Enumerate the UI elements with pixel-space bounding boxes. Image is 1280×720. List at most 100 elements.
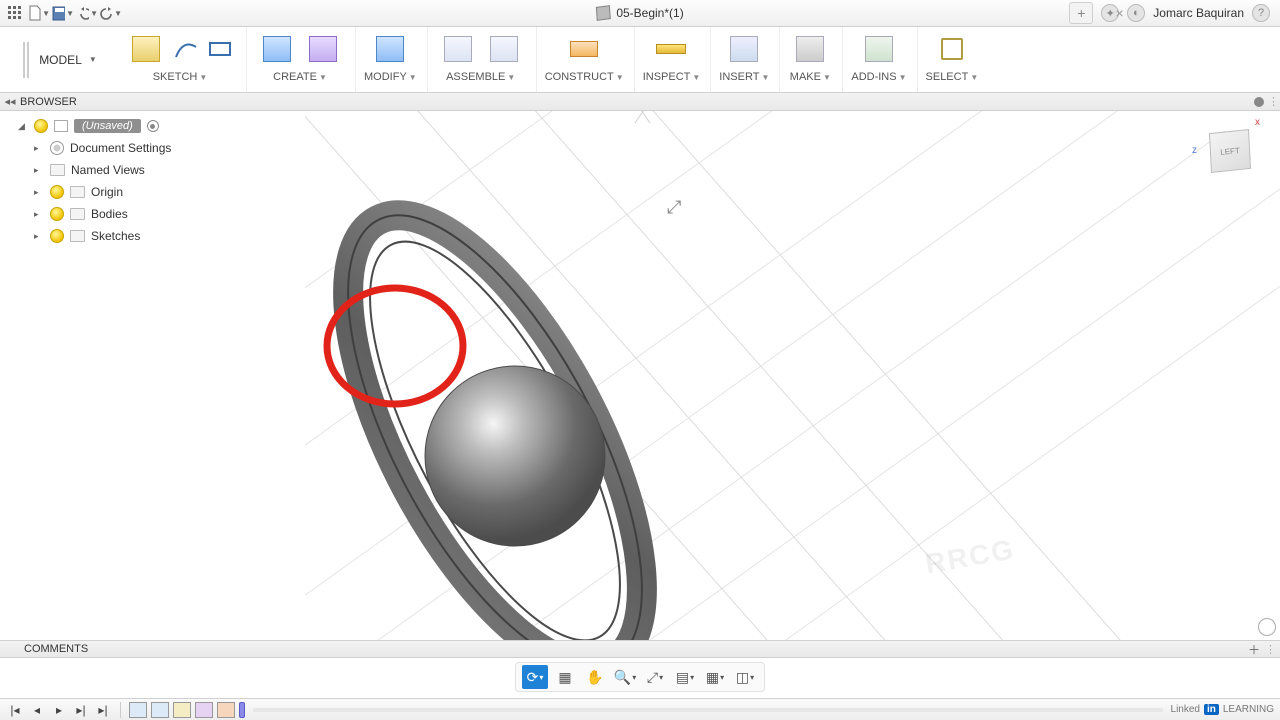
modify-presspull-icon[interactable] <box>368 29 412 69</box>
ribbon-group-create: CREATE▼ <box>251 27 356 92</box>
expand-icon[interactable]: ◢ <box>18 121 28 132</box>
ribbon-label-addins[interactable]: ADD-INS▼ <box>851 69 906 87</box>
document-title: 05-Begin*(1) <box>616 6 683 20</box>
display-settings-icon[interactable] <box>1258 618 1276 636</box>
lightbulb-icon[interactable] <box>50 207 64 221</box>
folder-icon <box>70 230 85 242</box>
ribbon-group-make: MAKE▼ <box>784 27 843 92</box>
nav-pan-icon[interactable]: ✋ <box>582 665 608 689</box>
browser-grip-icon[interactable]: ⋮ <box>1268 95 1278 108</box>
browser-root[interactable]: ◢ (Unsaved) <box>0 115 305 137</box>
browser-item-named-views[interactable]: ▸ Named Views <box>0 159 305 181</box>
ribbon-label-make[interactable]: MAKE▼ <box>790 69 831 87</box>
ribbon-label-assemble[interactable]: ASSEMBLE▼ <box>446 69 515 87</box>
browser-item-label: Origin <box>91 185 123 199</box>
insert-decal-icon[interactable] <box>722 29 766 69</box>
timeline-go-end-icon[interactable]: ▸| <box>94 701 112 719</box>
timeline-track[interactable] <box>253 708 1163 712</box>
sketch-create-icon[interactable] <box>124 29 168 69</box>
browser-item-origin[interactable]: ▸ Origin <box>0 181 305 203</box>
add-comment-icon[interactable]: ＋ <box>1247 642 1261 656</box>
timeline-feature-revolve[interactable] <box>195 702 213 718</box>
lightbulb-icon[interactable] <box>50 229 64 243</box>
workspace-switcher[interactable]: MODEL ▼ <box>0 27 120 92</box>
nav-viewports-icon[interactable]: ◫▾ <box>732 665 758 689</box>
assemble-asbuilt-icon[interactable] <box>482 29 526 69</box>
browser-item-label: Bodies <box>91 207 128 221</box>
file-menu-icon[interactable]: ▼ <box>28 2 50 24</box>
ribbon-group-select: SELECT▼ <box>922 27 983 92</box>
sketch-rectangle-icon[interactable] <box>204 29 236 69</box>
sketch-line-icon[interactable] <box>170 29 202 69</box>
browser-collapse-icon[interactable]: ◂◂ <box>0 95 20 108</box>
nav-zoom-icon[interactable]: 🔍▾ <box>612 665 638 689</box>
browser-panel: ◢ (Unsaved) ▸ Document Settings ▸ Named … <box>0 111 305 640</box>
create-revolve-icon[interactable] <box>301 29 345 69</box>
comments-grip-icon[interactable]: ⋮ <box>1265 643 1276 656</box>
timeline-feature-extrude[interactable] <box>173 702 191 718</box>
expand-icon[interactable]: ▸ <box>34 231 44 242</box>
nav-display-icon[interactable]: ▤▾ <box>672 665 698 689</box>
comments-title: COMMENTS <box>24 643 88 655</box>
undo-icon[interactable]: ▼ <box>76 2 98 24</box>
ribbon-group-assemble: ASSEMBLE▼ <box>432 27 537 92</box>
app-grid-icon[interactable] <box>4 2 26 24</box>
timeline-play-icon[interactable]: ▸ <box>50 701 68 719</box>
expand-icon[interactable]: ▸ <box>34 165 44 176</box>
component-icon <box>54 120 68 132</box>
ribbon-label-select[interactable]: SELECT▼ <box>926 69 979 87</box>
main-area: ◢ (Unsaved) ▸ Document Settings ▸ Named … <box>0 111 1280 640</box>
timeline-feature-sphere[interactable] <box>217 702 235 718</box>
viewcube-face[interactable]: LEFT <box>1209 129 1251 173</box>
timeline-step-fwd-icon[interactable]: ▸| <box>72 701 90 719</box>
new-tab-button[interactable]: + <box>1069 2 1093 24</box>
viewcube[interactable]: z x LEFT <box>1192 117 1262 187</box>
nav-fit-icon[interactable]: ⤢▾ <box>642 665 668 689</box>
viewport-canvas[interactable]: ⤢ z x LEFT RRCG RRCG <box>305 111 1280 640</box>
ribbon-label-insert[interactable]: INSERT▼ <box>719 69 769 87</box>
timeline-go-start-icon[interactable]: |◂ <box>6 701 24 719</box>
job-status-icon[interactable]: ◐ <box>1127 4 1145 22</box>
expand-icon[interactable]: ▸ <box>34 187 44 198</box>
workspace-label: MODEL <box>39 53 82 67</box>
timeline-feature-sketch[interactable] <box>129 702 147 718</box>
nav-lookat-icon[interactable]: ▦ <box>552 665 578 689</box>
folder-icon <box>70 208 85 220</box>
lightbulb-icon[interactable] <box>50 185 64 199</box>
browser-pin-icon[interactable] <box>1254 97 1264 107</box>
browser-item-bodies[interactable]: ▸ Bodies <box>0 203 305 225</box>
orbit-cursor-icon: ⤢ <box>667 197 681 218</box>
addins-scripts-icon[interactable] <box>857 29 901 69</box>
help-icon[interactable]: ? <box>1252 4 1270 22</box>
tab-close-icon[interactable]: × <box>1116 5 1124 21</box>
timeline-feature-sketch[interactable] <box>151 702 169 718</box>
expand-icon[interactable]: ▸ <box>34 209 44 220</box>
lightbulb-icon[interactable] <box>34 119 48 133</box>
record-icon[interactable] <box>147 120 159 132</box>
assemble-joint-icon[interactable] <box>436 29 480 69</box>
save-icon[interactable]: ▼ <box>52 2 74 24</box>
browser-item-label: Named Views <box>71 163 145 177</box>
ribbon-group-modify: MODIFY▼ <box>360 27 428 92</box>
browser-item-doc-settings[interactable]: ▸ Document Settings <box>0 137 305 159</box>
root-name: (Unsaved) <box>74 119 141 133</box>
nav-grid-icon[interactable]: ▦▾ <box>702 665 728 689</box>
timeline-step-back-icon[interactable]: ◂ <box>28 701 46 719</box>
comments-header: COMMENTS ＋ ⋮ <box>0 640 1280 658</box>
nav-orbit-icon[interactable]: ⟳▾ <box>522 665 548 689</box>
make-print-icon[interactable] <box>788 29 832 69</box>
titlebar: ▼ ▼ ▼ ▼ 05-Begin*(1) × + ✦ ◐ Jomarc Baqu… <box>0 0 1280 27</box>
ribbon-group-sketch: SKETCH▼ <box>120 27 247 92</box>
ribbon-label-create[interactable]: CREATE▼ <box>273 69 327 87</box>
create-extrude-icon[interactable] <box>255 29 299 69</box>
select-tool-icon[interactable] <box>930 29 974 69</box>
user-name[interactable]: Jomarc Baquiran <box>1153 6 1244 20</box>
expand-icon[interactable]: ▸ <box>34 143 44 154</box>
gear-icon <box>50 141 64 155</box>
brand-badge: LinkedinLEARNING <box>1171 704 1274 715</box>
ribbon-label-sketch[interactable]: SKETCH▼ <box>153 69 208 87</box>
redo-icon[interactable]: ▼ <box>100 2 122 24</box>
ribbon-label-modify[interactable]: MODIFY▼ <box>364 69 417 87</box>
timeline-marker[interactable] <box>239 702 245 718</box>
browser-item-sketches[interactable]: ▸ Sketches <box>0 225 305 247</box>
